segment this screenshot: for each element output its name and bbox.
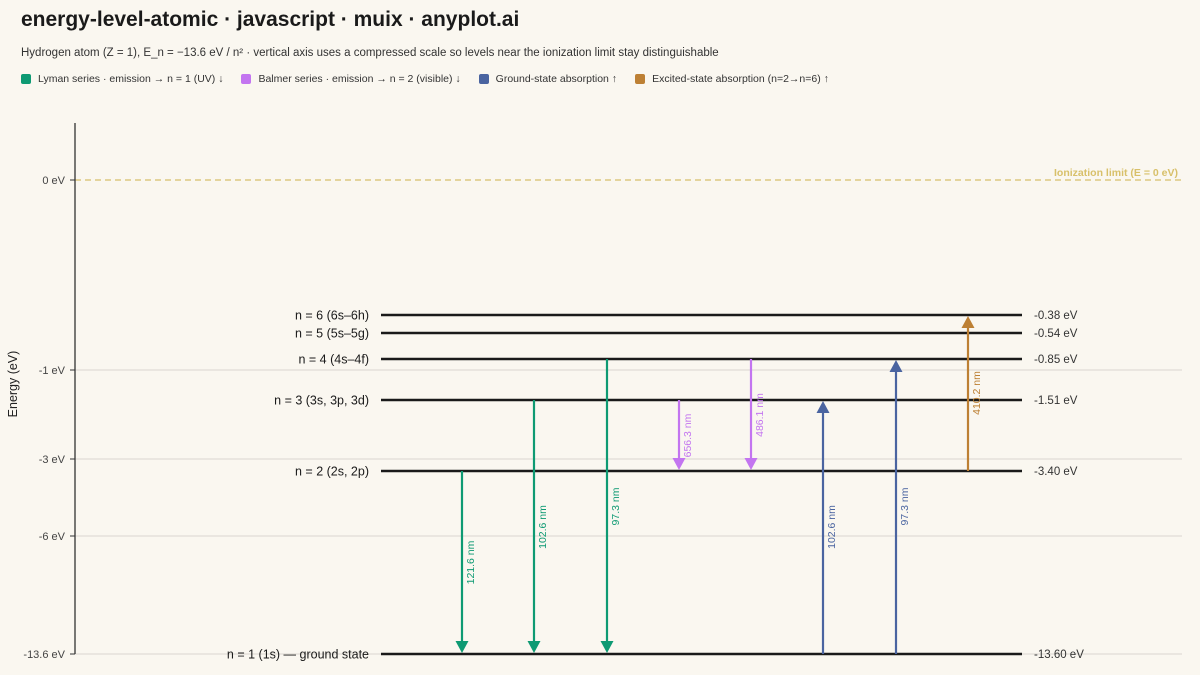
energy-value-n1: -13.60 eV — [1034, 649, 1084, 661]
wavelength-label-3: 97.3 nm — [610, 487, 622, 525]
wavelength-label-1: 121.6 nm — [465, 540, 477, 584]
level-label-n6: n = 6 (6s–6h) — [295, 309, 369, 323]
levels-layer: n = 1 (1s) — ground state -13.60 eV n = 2 … — [227, 309, 1084, 662]
y-tick-label: -1 eV — [39, 365, 66, 377]
transition-arrowhead-5 — [744, 458, 758, 470]
level-label-n2: n = 2 (2s, 2p) — [295, 465, 369, 479]
grid-layer: Ionization limit (E = 0 eV) — [75, 167, 1182, 655]
level-label-n1: n = 1 (1s) — ground state — [227, 648, 369, 662]
y-axis: 0 eV -1 eV -3 eV -6 eV -13.6 eV — [23, 123, 76, 661]
y-tick-label: -6 eV — [39, 531, 66, 543]
energy-level-chart: Ionization limit (E = 0 eV) 0 eV -1 eV -3 … — [6, 123, 1182, 662]
y-tick-label: -13.6 eV — [23, 649, 65, 661]
energy-value-n5: -0.54 eV — [1034, 328, 1078, 340]
transition-arrowhead-3 — [600, 641, 614, 653]
wavelength-label-4: 656.3 nm — [682, 413, 694, 457]
level-label-n3: n = 3 (3s, 3p, 3d) — [274, 394, 369, 408]
transition-arrowhead-2 — [527, 641, 541, 653]
transition-arrowhead-4 — [672, 458, 686, 470]
wavelength-label-6: 102.6 nm — [826, 505, 838, 549]
energy-value-n4: -0.85 eV — [1034, 354, 1078, 366]
y-tick-label: -3 eV — [39, 454, 66, 466]
transitions-layer: 121.6 nm 102.6 nm 97.3 nm 656.3 nm 486.1 nm 1… — [455, 316, 983, 654]
energy-value-n2: -3.40 eV — [1034, 466, 1078, 478]
wavelength-label-7: 97.3 nm — [899, 487, 911, 525]
energy-value-n6: -0.38 eV — [1034, 310, 1078, 322]
level-label-n4: n = 4 (4s–4f) — [298, 353, 369, 367]
wavelength-label-2: 102.6 nm — [537, 505, 549, 549]
wavelength-label-8: 410.2 nm — [971, 371, 983, 415]
transition-arrowhead-1 — [455, 641, 469, 653]
level-label-n5: n = 5 (5s–5g) — [295, 327, 369, 341]
wavelength-label-5: 486.1 nm — [754, 393, 766, 437]
y-tick-label: 0 eV — [42, 175, 65, 187]
y-axis-title: Energy (eV) — [6, 351, 20, 418]
transition-arrowhead-8 — [961, 316, 975, 328]
energy-value-n3: -1.51 eV — [1034, 395, 1078, 407]
transition-arrowhead-6 — [816, 401, 830, 413]
transition-arrowhead-7 — [889, 360, 903, 372]
ionization-limit-label: Ionization limit (E = 0 eV) — [1054, 167, 1178, 179]
